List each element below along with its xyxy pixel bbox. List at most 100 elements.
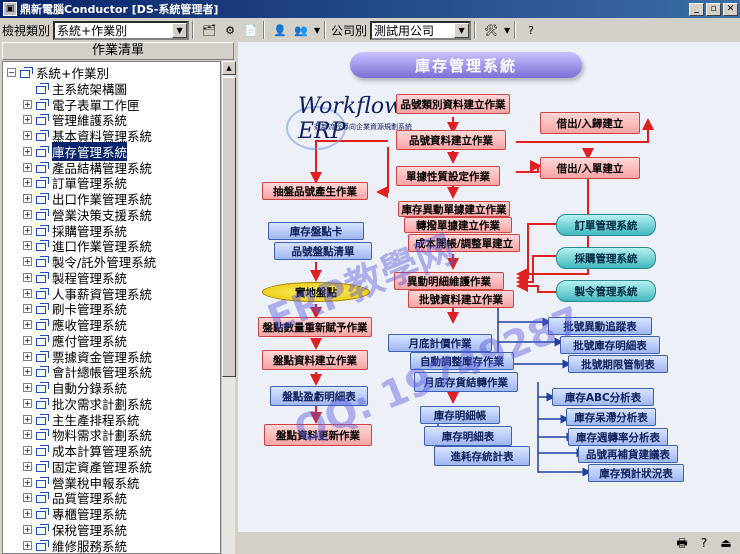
- expand-icon[interactable]: +: [23, 493, 32, 503]
- flow-step-borrow-entry[interactable]: 借出/入單建立: [540, 157, 640, 179]
- expand-icon[interactable]: +: [23, 477, 32, 487]
- task-tree[interactable]: − 系統+作業別 +主系統架構圖+電子表單工作匣+管理維護系統+基本資料管理系統…: [2, 61, 221, 554]
- flow-step-inventory-count[interactable]: 抽盤品號產生作業: [262, 182, 368, 200]
- expand-icon[interactable]: +: [23, 162, 32, 172]
- folder-icon: [36, 539, 49, 551]
- inventory-report[interactable]: 庫存ABC分析表: [552, 388, 654, 406]
- toolbar: 檢視類別 系統+作業別 ▼ 🗂 ⚙ 📄 👤 👥 ▼ 公司別 測試用公司 ▼ 🛠 …: [0, 19, 740, 41]
- folder-icon: [36, 492, 49, 504]
- expand-icon[interactable]: +: [23, 367, 32, 377]
- close-button[interactable]: ✕: [723, 2, 738, 16]
- expand-icon[interactable]: +: [23, 194, 32, 204]
- folder-icon: [36, 114, 49, 126]
- flow-step-inventory[interactable]: 庫存明細帳: [420, 406, 500, 424]
- tree-item[interactable]: + 維修服務系統: [23, 537, 127, 553]
- expand-icon[interactable]: +: [23, 99, 32, 109]
- view-category-label: 檢視類別: [2, 23, 51, 38]
- tree-view-icon[interactable]: 🗂: [200, 21, 218, 39]
- inventory-report[interactable]: 品號再補貨建議表: [578, 445, 678, 463]
- folder-icon: [36, 397, 49, 409]
- restore-button[interactable]: ▫: [706, 2, 721, 16]
- expand-icon[interactable]: +: [23, 225, 32, 235]
- logo-text: Workflow ERP: [298, 94, 403, 144]
- title-bar[interactable]: ▣ 鼎新電腦Conductor [DS-系統管理者] _ ▫ ✕: [0, 0, 740, 18]
- users-icon[interactable]: 👥: [292, 21, 310, 39]
- expand-icon[interactable]: +: [23, 288, 32, 298]
- help-icon[interactable]: ?: [696, 535, 712, 551]
- folder-icon: [20, 67, 33, 79]
- folder-icon: [36, 334, 49, 346]
- expand-icon[interactable]: +: [23, 209, 32, 219]
- lot-report[interactable]: 批號期限管制表: [568, 355, 668, 373]
- folder-icon: [36, 460, 49, 472]
- flow-step-inventory[interactable]: 庫存異動單據建立作業: [398, 201, 510, 217]
- minimize-button[interactable]: _: [689, 2, 704, 16]
- folder-icon: [36, 382, 49, 394]
- folder-icon: [36, 350, 49, 362]
- export-icon[interactable]: 📄: [242, 21, 260, 39]
- company-label: 公司別: [331, 23, 368, 38]
- flow-step-inventory[interactable]: 進耗存統計表: [434, 446, 530, 466]
- company-value: 測試用公司: [374, 23, 435, 38]
- expand-icon[interactable]: +: [23, 146, 32, 156]
- toolbar-separator: [514, 21, 517, 39]
- flow-step-inventory-count[interactable]: 盤點資料建立作業: [262, 350, 368, 370]
- expand-icon[interactable]: +: [23, 461, 32, 471]
- flow-step-borrow-return[interactable]: 借出/入歸建立: [540, 112, 640, 134]
- flow-step-inventory[interactable]: 品號類別資料建立作業: [396, 94, 510, 114]
- inventory-report[interactable]: 庫存呆滯分析表: [566, 408, 656, 426]
- chevron-down-icon[interactable]: ▼: [313, 21, 321, 39]
- company-select[interactable]: 測試用公司 ▼: [370, 20, 472, 40]
- flow-step-inventory[interactable]: 批號資料建立作業: [408, 290, 514, 308]
- expand-icon[interactable]: +: [23, 115, 32, 125]
- folder-icon: [36, 366, 49, 378]
- expand-icon[interactable]: +: [23, 304, 32, 314]
- view-category-select[interactable]: 系統+作業別 ▼: [53, 20, 190, 40]
- flow-step-inventory[interactable]: 庫存明細表: [424, 426, 512, 446]
- chevron-down-icon[interactable]: ▼: [454, 22, 470, 38]
- flow-step-inventory-count[interactable]: 庫存盤點卡: [268, 222, 364, 240]
- collapse-icon[interactable]: −: [7, 68, 16, 78]
- view-category-value: 系統+作業別: [57, 23, 128, 38]
- expand-icon[interactable]: +: [23, 446, 32, 456]
- chevron-down-icon[interactable]: ▼: [172, 22, 188, 38]
- window-title: 鼎新電腦Conductor [DS-系統管理者]: [20, 3, 219, 16]
- expand-icon[interactable]: +: [23, 524, 32, 534]
- expand-icon[interactable]: +: [23, 272, 32, 282]
- folder-icon: [36, 523, 49, 535]
- expand-icon[interactable]: +: [23, 398, 32, 408]
- expand-icon[interactable]: +: [23, 335, 32, 345]
- workflow-erp-logo: Workflow ERP 鼎新流程導向企業資源規劃系統: [286, 88, 412, 158]
- flow-step-inventory[interactable]: 品號資料建立作業: [396, 130, 506, 150]
- scroll-thumb[interactable]: [222, 77, 236, 377]
- folder-icon: [36, 98, 49, 110]
- help-icon[interactable]: ?: [522, 21, 540, 39]
- inventory-report[interactable]: 庫存預計狀況表: [588, 464, 684, 482]
- exit-icon[interactable]: ⏏: [718, 535, 734, 551]
- expand-icon[interactable]: +: [23, 383, 32, 393]
- scroll-up-icon[interactable]: ▲: [222, 61, 236, 75]
- flow-icon[interactable]: ⚙: [221, 21, 239, 39]
- expand-icon[interactable]: +: [23, 430, 32, 440]
- tree-scrollbar[interactable]: ▲: [221, 61, 236, 554]
- user-icon[interactable]: 👤: [271, 21, 289, 39]
- chevron-down-icon[interactable]: ▼: [503, 21, 511, 39]
- system-purchase-management[interactable]: 採購管理系統: [556, 247, 656, 269]
- expand-icon[interactable]: +: [23, 540, 32, 550]
- expand-icon[interactable]: +: [23, 351, 32, 361]
- expand-icon[interactable]: +: [23, 241, 32, 251]
- expand-icon[interactable]: +: [23, 509, 32, 519]
- folder-icon: [36, 130, 49, 142]
- tools-icon[interactable]: 🛠: [482, 21, 500, 39]
- inventory-report[interactable]: 庫存週轉率分析表: [568, 428, 668, 446]
- print-icon[interactable]: 🖶: [674, 535, 690, 551]
- folder-icon: [36, 256, 49, 268]
- expand-icon[interactable]: +: [23, 320, 32, 330]
- expand-icon[interactable]: +: [23, 414, 32, 424]
- expand-icon[interactable]: +: [23, 257, 32, 267]
- flow-step-inventory[interactable]: 單據性質設定作業: [396, 166, 500, 186]
- toolbar-separator: [324, 21, 327, 39]
- system-order-management[interactable]: 訂單管理系統: [556, 214, 656, 236]
- expand-icon[interactable]: +: [23, 178, 32, 188]
- expand-icon[interactable]: +: [23, 131, 32, 141]
